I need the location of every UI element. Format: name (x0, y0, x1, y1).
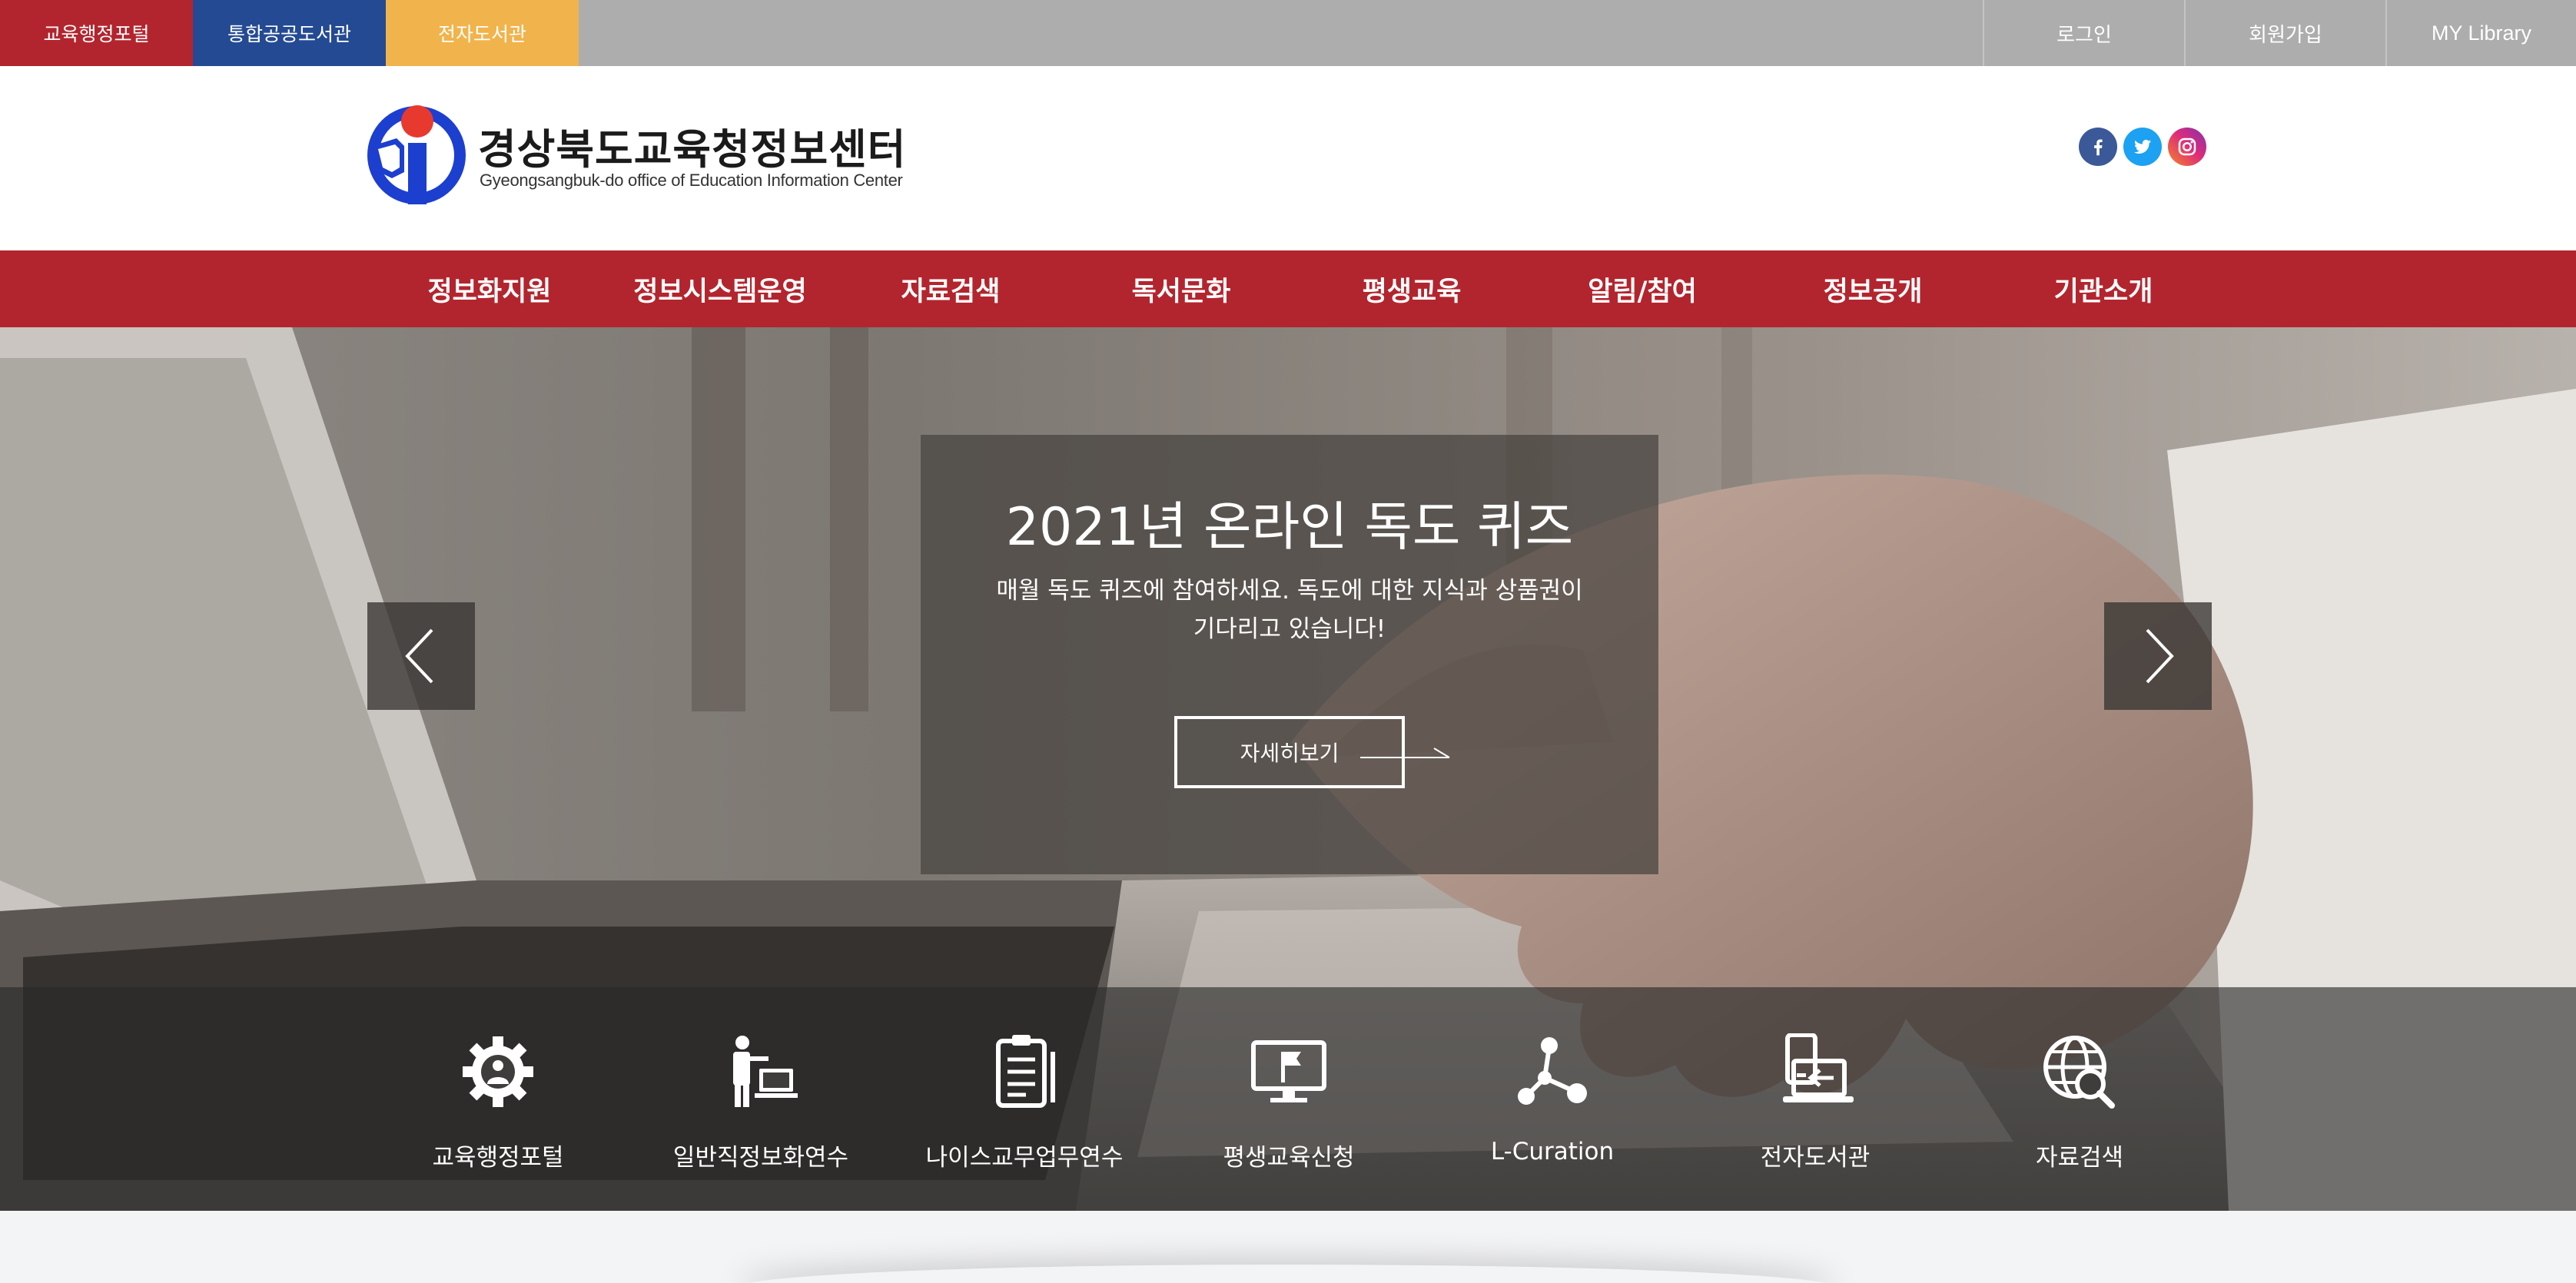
quick-link-label: 자료검색 (2035, 1144, 2124, 1172)
mobile-laptop-icon (1783, 1033, 1854, 1102)
quick-link-search[interactable]: 자료검색 (1964, 987, 2195, 1211)
my-library-link[interactable]: MY Library (2385, 0, 2576, 66)
monitor-flag-icon (1251, 1040, 1326, 1102)
quick-link-e-library[interactable]: 전자도서관 (1700, 987, 1930, 1211)
top-utility-bar: 교육행정포털 통합공공도서관 전자도서관 로그인 회원가입 MY Library (0, 0, 2576, 66)
network-icon (1518, 1037, 1587, 1105)
quick-link-l-curation[interactable]: L-Curation (1437, 987, 1668, 1211)
gear-person-icon (463, 1036, 533, 1107)
site-title: 경상북도교육청정보센터 (478, 125, 907, 174)
quick-link-label: 나이스교무업무연수 (925, 1144, 1124, 1172)
quick-link-neis-training[interactable]: 나이스교무업무연수 (909, 987, 1140, 1211)
nav-disclosure[interactable]: 정보공개 (1758, 250, 1988, 327)
hero-slider: 2021년 온라인 독도 퀴즈 매월 독도 퀴즈에 참여하세요. 독도에 대한 … (0, 327, 2576, 1211)
quick-link-label: 평생교육신청 (1223, 1144, 1355, 1172)
slide-caption-box: 2021년 온라인 독도 퀴즈 매월 독도 퀴즈에 참여하세요. 독도에 대한 … (921, 435, 1658, 874)
main-navigation: 정보화지원 정보시스템운영 자료검색 독서문화 평생교육 알림/참여 정보공개 … (0, 250, 2576, 327)
tab-integrated-library[interactable]: 통합공공도서관 (193, 0, 386, 66)
quick-link-lifelong-apply[interactable]: 평생교육신청 (1173, 987, 1404, 1211)
quick-links-bar: 교육행정포털 일반직정보화연수 나이스교무업무연수 평생교육신청 L-Curat… (0, 987, 2576, 1211)
quick-link-label: 전자도서관 (1760, 1144, 1871, 1172)
content-area-top (0, 1211, 2576, 1283)
site-subtitle: Gyeongsangbuk-do office of Education Inf… (480, 171, 903, 190)
nav-notice[interactable]: 알림/참여 (1527, 250, 1758, 327)
facebook-icon[interactable] (2079, 128, 2117, 166)
slider-next-button[interactable] (2104, 602, 2212, 710)
nav-lifelong-education[interactable]: 평생교육 (1296, 250, 1527, 327)
presenter-icon (733, 1036, 798, 1107)
nav-search[interactable]: 자료검색 (835, 250, 1066, 327)
chevron-right-icon (2146, 628, 2174, 684)
quick-link-label: 교육행정포털 (432, 1144, 564, 1172)
instagram-icon[interactable] (2168, 128, 2206, 166)
arrow-right-icon (1360, 748, 1450, 758)
quick-link-staff-training[interactable]: 일반직정보화연수 (646, 987, 876, 1211)
slide-description: 매월 독도 퀴즈에 참여하세요. 독도에 대한 지식과 상품권이 기다리고 있습… (996, 577, 1583, 643)
tab-e-library[interactable]: 전자도서관 (386, 0, 579, 66)
quick-link-label: L-Curation (1490, 1138, 1615, 1165)
tab-education-portal[interactable]: 교육행정포털 (0, 0, 193, 66)
globe-search-icon (2043, 1036, 2115, 1109)
site-logo[interactable]: 경상북도교육청정보센터 Gyeongsangbuk-do office of E… (364, 101, 905, 209)
clipboard-icon (996, 1035, 1055, 1108)
quick-link-label: 일반직정보화연수 (672, 1144, 849, 1172)
quick-link-education-portal[interactable]: 교육행정포털 (383, 987, 613, 1211)
content-card-shadow (738, 1265, 1837, 1283)
site-header: 경상북도교육청정보센터 Gyeongsangbuk-do office of E… (0, 66, 2576, 250)
nav-reading[interactable]: 독서문화 (1066, 250, 1296, 327)
slide-title: 2021년 온라인 독도 퀴즈 (1005, 497, 1574, 558)
logo-emblem-icon (367, 105, 466, 204)
twitter-icon[interactable] (2123, 128, 2162, 166)
signup-link[interactable]: 회원가입 (2184, 0, 2385, 66)
nav-about[interactable]: 기관소개 (1988, 250, 2219, 327)
chevron-left-icon (405, 628, 433, 684)
slider-prev-button[interactable] (367, 602, 475, 710)
login-link[interactable]: 로그인 (1983, 0, 2184, 66)
nav-info-system[interactable]: 정보시스템운영 (605, 250, 835, 327)
nav-info-support[interactable]: 정보화지원 (374, 250, 605, 327)
